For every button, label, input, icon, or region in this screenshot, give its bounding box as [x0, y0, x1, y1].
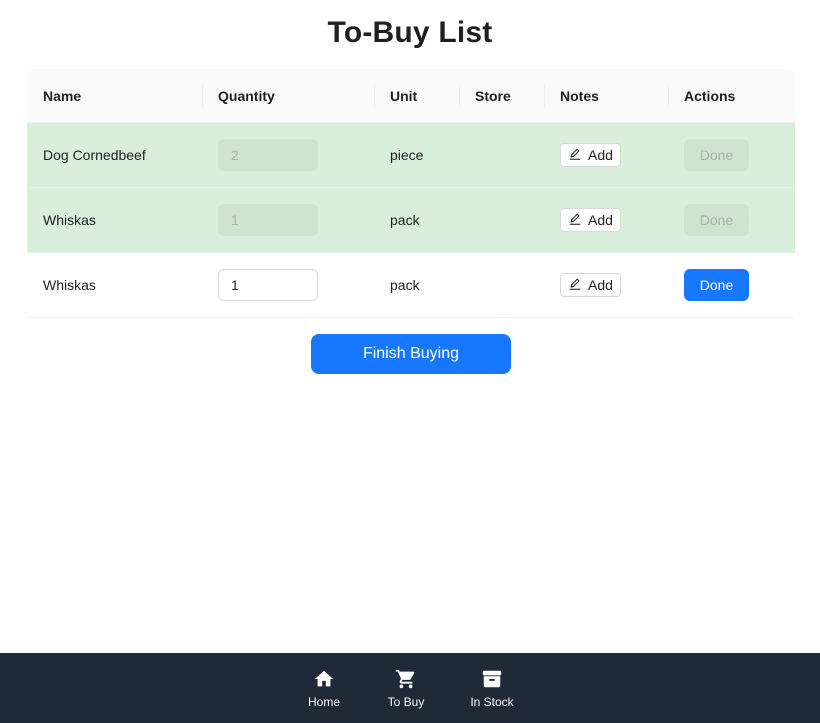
nav-item-to-buy[interactable]: To Buy — [365, 653, 447, 723]
item-name: Whiskas — [43, 277, 96, 293]
cart-icon — [395, 669, 415, 688]
item-store — [459, 188, 544, 252]
item-unit: piece — [390, 147, 424, 163]
header-quantity: Quantity — [202, 69, 374, 122]
header-notes: Notes — [544, 69, 668, 122]
header-store: Store — [459, 69, 544, 122]
table-row: Whiskas pack Add Done — [27, 253, 795, 318]
edit-icon — [568, 277, 582, 294]
home-icon — [314, 670, 334, 686]
item-name: Dog Cornedbeef — [43, 147, 146, 163]
add-note-button[interactable]: Add — [560, 208, 621, 232]
done-button: Done — [684, 204, 749, 236]
nav-item-home[interactable]: Home — [283, 653, 365, 723]
table-header: Name Quantity Unit Store Notes Actions — [27, 69, 795, 123]
page-title: To-Buy List — [327, 16, 493, 49]
header-unit: Unit — [374, 69, 459, 122]
header-name: Name — [43, 87, 82, 104]
item-unit: pack — [390, 212, 420, 228]
nav-label-home: Home — [307, 694, 340, 709]
add-note-label: Add — [588, 277, 613, 293]
item-unit: pack — [390, 277, 420, 293]
edit-icon — [568, 147, 582, 164]
header-actions: Actions — [668, 69, 795, 122]
item-store — [459, 123, 544, 187]
quantity-input — [218, 139, 318, 171]
item-store — [459, 253, 544, 317]
to-buy-table: Name Quantity Unit Store Notes Actions D… — [27, 69, 795, 318]
quantity-input[interactable] — [218, 269, 318, 301]
done-button[interactable]: Done — [684, 269, 749, 301]
quantity-input — [218, 204, 318, 236]
done-button: Done — [684, 139, 749, 171]
archive-icon — [482, 670, 502, 687]
bottom-nav: Home To Buy In Stock — [0, 653, 820, 723]
add-note-button[interactable]: Add — [560, 273, 621, 297]
finish-buying-button[interactable]: Finish Buying — [311, 334, 511, 374]
nav-label-in-stock: In Stock — [470, 694, 514, 709]
table-row: Whiskas pack Add Done — [27, 188, 795, 253]
add-note-button[interactable]: Add — [560, 143, 621, 167]
table-row: Dog Cornedbeef piece Add Done — [27, 123, 795, 188]
add-note-label: Add — [588, 212, 613, 228]
nav-item-in-stock[interactable]: In Stock — [447, 653, 537, 723]
add-note-label: Add — [588, 147, 613, 163]
edit-icon — [568, 212, 582, 229]
nav-label-to-buy: To Buy — [387, 694, 425, 709]
item-name: Whiskas — [43, 212, 96, 228]
